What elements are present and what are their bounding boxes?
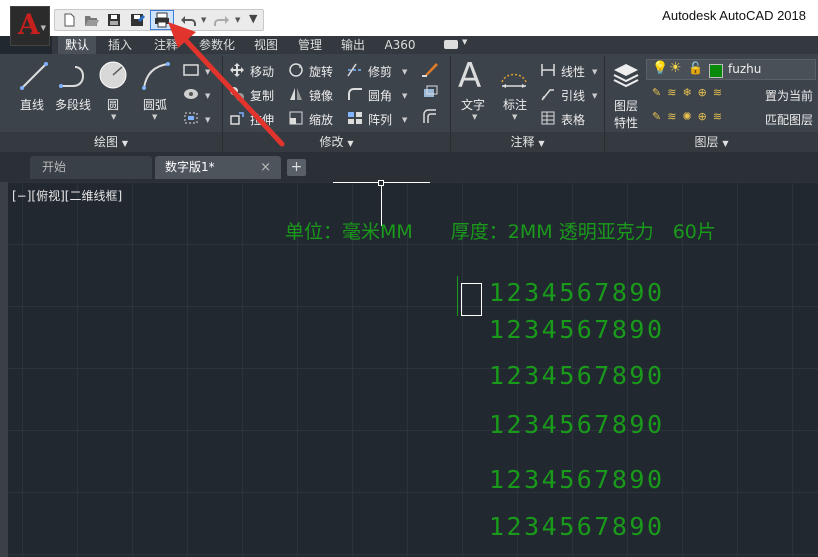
match-layer-button[interactable]: 匹配图层 (765, 111, 813, 128)
layers-panel-title[interactable]: 图层 ▼ (605, 132, 818, 152)
dimension-tool-label[interactable]: 标注 (503, 96, 527, 113)
chevron-down-icon[interactable]: ▼ (592, 92, 597, 100)
ribbon-minimize-button[interactable]: ▼ (444, 38, 472, 51)
new-icon[interactable] (60, 12, 78, 28)
text-icon[interactable]: A (458, 56, 481, 96)
chevron-down-icon[interactable]: ▼ (472, 113, 477, 121)
linear-tool-label[interactable]: 线性 (561, 63, 585, 80)
modify-panel-title-label: 修改 (319, 135, 344, 149)
chevron-down-icon[interactable]: ▼ (152, 113, 157, 121)
line-icon[interactable] (18, 60, 50, 92)
chevron-down-icon: ▼ (538, 139, 545, 148)
layer-unisolate-icon[interactable]: ≋ (667, 110, 682, 123)
layer-lock-icon[interactable]: ⊕ (698, 86, 713, 99)
dimension-icon[interactable] (498, 60, 530, 92)
annotation-arrow (168, 22, 285, 147)
tab-output[interactable]: 输出 (335, 36, 371, 54)
chevron-down-icon: ▼ (462, 38, 468, 46)
array-tool-label[interactable]: 阵列 (368, 111, 392, 128)
trim-tool-label[interactable]: 修剪 (368, 63, 392, 80)
window-title: Autodesk AutoCAD 2018 (662, 8, 806, 23)
left-edge-strip (0, 182, 8, 557)
chevron-down-icon[interactable]: ▼ (512, 113, 517, 121)
polyline-tool-label[interactable]: 多段线 (55, 96, 91, 113)
application-menu-button[interactable]: A ▼ (10, 6, 50, 46)
digit-row[interactable]: 1234567890 (489, 512, 665, 541)
leader-tool-label[interactable]: 引线 (561, 87, 585, 104)
linear-dimension-icon[interactable] (540, 62, 556, 78)
save-as-icon[interactable] (128, 12, 146, 28)
layer-color-swatch (709, 64, 723, 78)
autocad-logo-icon: A (18, 8, 40, 41)
viewport-controls[interactable]: [−][俯视][二维线框] (12, 187, 122, 204)
save-icon[interactable] (105, 12, 123, 28)
chevron-down-icon[interactable]: ▼ (402, 116, 407, 124)
open-icon[interactable] (82, 12, 100, 28)
digit-row[interactable]: 1234567890 (489, 465, 665, 494)
text-cursor-box[interactable] (461, 283, 482, 316)
layer-on-icon[interactable]: ✎ (652, 110, 667, 123)
start-tab[interactable]: 开始 (30, 156, 152, 179)
layer-properties-line1[interactable]: 图层 (614, 97, 638, 114)
fillet-tool-label[interactable]: 圆角 (368, 87, 392, 104)
digit-row[interactable]: 1234567890 (489, 315, 665, 344)
match-layer-icon[interactable]: ≋ (713, 110, 728, 123)
text-tool-label[interactable]: 文字 (461, 96, 485, 113)
layer-freeze-icon[interactable]: ❄ (682, 86, 697, 99)
table-tool-label[interactable]: 表格 (561, 111, 585, 128)
chevron-down-icon[interactable]: ▼ (111, 113, 116, 121)
layer-tools-row-1[interactable]: ✎≋❄⊕≋ (652, 86, 764, 102)
layer-tools-row-2[interactable]: ✎≋✺⊕≋ (652, 110, 764, 126)
chevron-down-icon[interactable]: ▼ (592, 68, 597, 76)
fillet-icon[interactable] (346, 86, 364, 102)
rotate-tool-label[interactable]: 旋转 (309, 63, 333, 80)
chevron-down-icon[interactable]: ▼ (402, 92, 407, 100)
set-current-button[interactable]: 置为当前 (765, 87, 813, 104)
layer-properties-icon[interactable] (612, 60, 640, 90)
polyline-icon[interactable] (58, 60, 90, 92)
leader-icon[interactable] (540, 86, 556, 102)
erase-icon[interactable] (420, 60, 440, 78)
layer-off-icon[interactable]: ✎ (652, 86, 667, 99)
layer-walk-icon[interactable]: ≋ (713, 86, 728, 99)
layer-unlock-icon[interactable]: ⊕ (698, 110, 713, 123)
trim-icon[interactable] (346, 62, 364, 78)
circle-tool-label[interactable]: 圆 (107, 96, 119, 113)
mirror-tool-label[interactable]: 镜像 (309, 87, 333, 104)
chevron-down-icon: ▼ (121, 139, 128, 148)
tab-a360[interactable]: A360 (378, 36, 422, 54)
annotation-panel-title-label: 注释 (510, 135, 535, 149)
layer-thaw-icon[interactable]: ✺ (682, 110, 697, 123)
array-icon[interactable] (346, 110, 364, 126)
draw-panel-title-label: 绘图 (94, 135, 119, 149)
table-icon[interactable] (540, 110, 556, 126)
digit-row[interactable]: 1234567890 (489, 361, 665, 390)
layer-dropdown[interactable]: 💡 ☀ 🔓 fuzhu (646, 59, 816, 80)
tab-home[interactable]: 默认 (58, 36, 96, 54)
drawing-header-text[interactable]: 单位：毫米MM 厚度：2MM 透明亚克力 60片 (285, 217, 716, 244)
pickbox (378, 180, 384, 186)
scale-tool-label[interactable]: 缩放 (309, 111, 333, 128)
lightbulb-icon: 💡 (652, 61, 669, 76)
new-tab-button[interactable]: + (287, 159, 306, 176)
digit-row[interactable]: 1234567890 (489, 410, 665, 439)
current-layer-name: fuzhu (728, 62, 762, 76)
layers-panel-title-label: 图层 (694, 135, 719, 149)
annotation-panel-title[interactable]: 注释 ▼ (451, 132, 604, 152)
chevron-down-icon: ▼ (722, 139, 729, 148)
chevron-down-icon: ▼ (40, 24, 46, 32)
offset-icon[interactable] (420, 108, 440, 126)
circle-icon[interactable] (97, 59, 129, 91)
unlock-icon: 🔓 (688, 61, 703, 75)
layer-isolate-icon[interactable]: ≋ (667, 86, 682, 99)
chevron-down-icon: ▼ (347, 139, 354, 148)
line-tool-label[interactable]: 直线 (20, 96, 44, 113)
digit-row[interactable]: 1234567890 (489, 278, 665, 307)
chevron-down-icon[interactable]: ▼ (402, 68, 407, 76)
layer-properties-line2[interactable]: 特性 (614, 114, 638, 131)
explode-icon[interactable] (420, 84, 440, 102)
tab-insert[interactable]: 插入 (102, 36, 138, 54)
sun-icon: ☀ (669, 60, 682, 76)
drawing-tab-label: 数字版1* (165, 160, 215, 174)
